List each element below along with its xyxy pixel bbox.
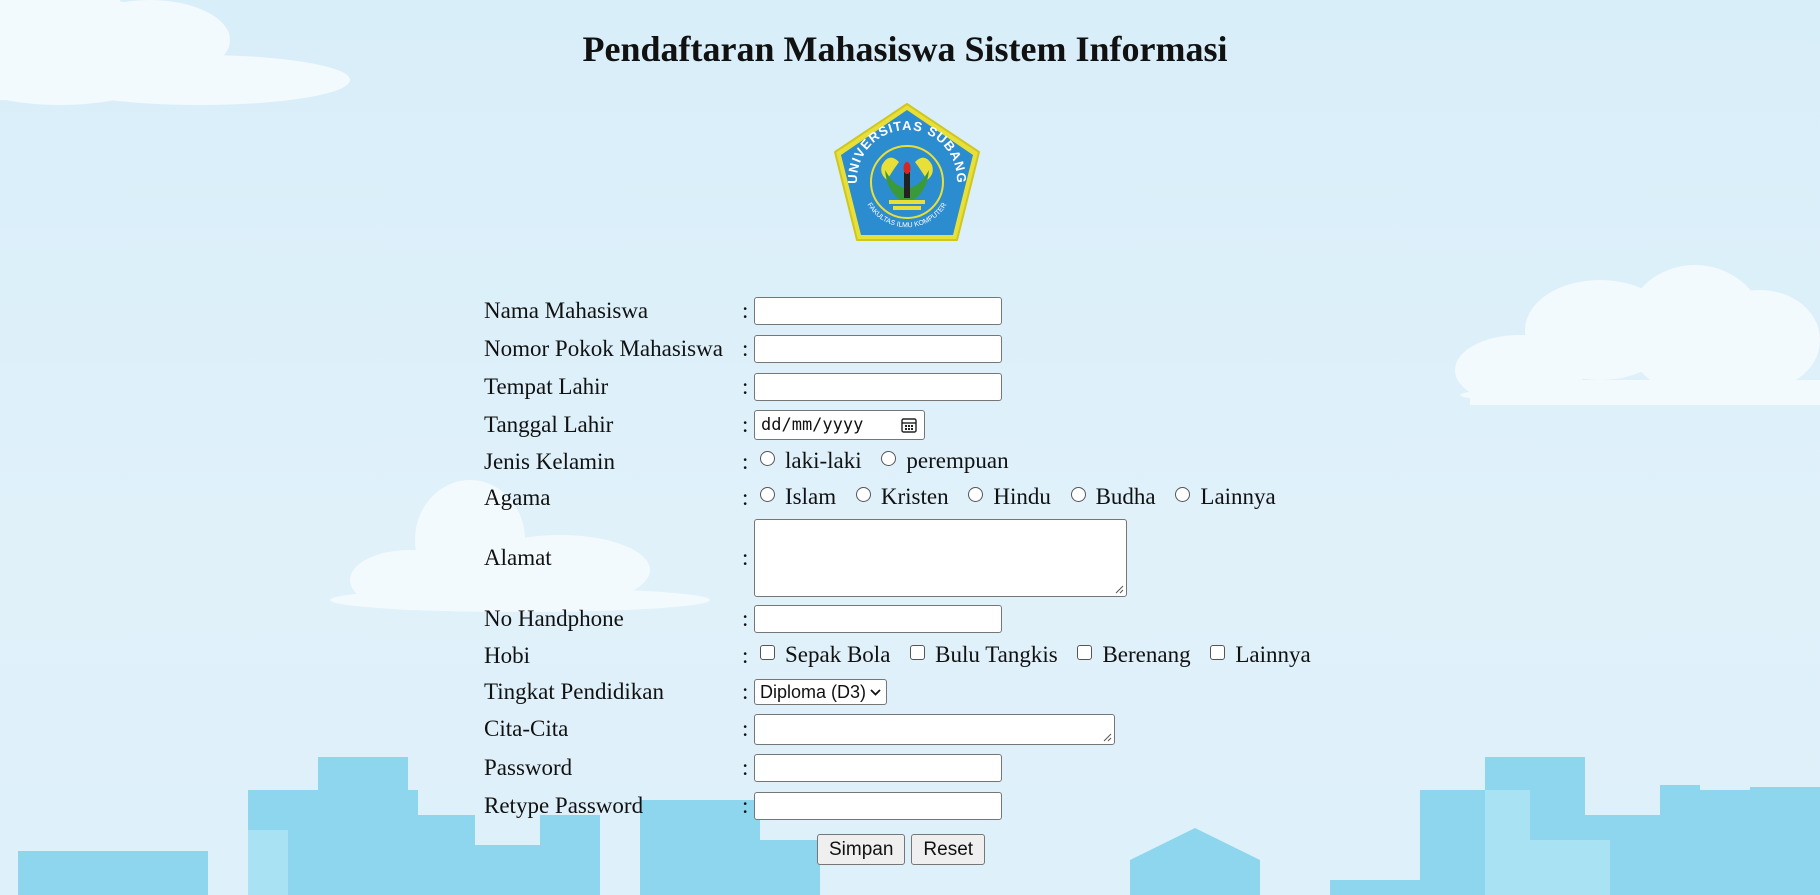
label-retype-password: Retype Password <box>484 792 644 818</box>
registration-form: Nama Mahasiswa : Nomor Pokok Mahasiswa :… <box>480 291 1321 825</box>
tanggal-lahir-date-input[interactable]: dd/mm/yyyy <box>754 409 925 440</box>
chevron-down-icon <box>870 689 881 697</box>
row-tempat-lahir: Tempat Lahir : <box>480 368 1321 405</box>
reset-button[interactable]: Reset <box>911 834 986 865</box>
radio-button[interactable] <box>1070 486 1086 502</box>
row-cita-cita: Cita-Cita : <box>480 710 1321 748</box>
date-placeholder: dd/mm/yyyy <box>761 414 864 435</box>
radio-option-lainnya[interactable]: Lainnya <box>1169 484 1276 510</box>
radio-label: Kristen <box>880 484 949 510</box>
resize-grip-icon[interactable] <box>1114 584 1124 594</box>
checkbox-label: Berenang <box>1102 642 1191 668</box>
label-tempat-lahir: Tempat Lahir <box>484 373 609 399</box>
tempat-lahir-input[interactable] <box>754 373 1002 402</box>
label-pendidikan: Tingkat Pendidikan <box>484 678 664 704</box>
checkbox-label: Sepak Bola <box>785 642 891 668</box>
colon: : <box>742 642 749 668</box>
resize-grip-icon[interactable] <box>1102 732 1112 742</box>
row-agama: Agama : Islam Kristen Hindu Budha Lainny… <box>480 480 1321 515</box>
alamat-textarea[interactable] <box>754 518 1127 597</box>
colon: : <box>742 792 749 818</box>
checkbox-label: Lainnya <box>1235 642 1311 668</box>
colon: : <box>742 335 749 361</box>
row-npm: Nomor Pokok Mahasiswa : <box>480 330 1321 367</box>
colon: : <box>742 373 749 399</box>
row-hobi: Hobi : Sepak Bola Bulu Tangkis Berenang … <box>480 638 1321 673</box>
label-nama: Nama Mahasiswa <box>484 297 649 323</box>
radio-option-hindu[interactable]: Hindu <box>962 484 1051 510</box>
row-tanggal-lahir: Tanggal Lahir : dd/mm/yyyy <box>480 406 1321 443</box>
checkbox[interactable] <box>760 644 775 660</box>
colon: : <box>742 716 749 741</box>
checkbox[interactable] <box>1210 644 1226 660</box>
colon: : <box>742 297 749 323</box>
row-password: Password : <box>480 749 1321 786</box>
row-pendidikan: Tingkat Pendidikan : Diploma (D3) <box>480 674 1321 709</box>
label-hobi: Hobi <box>484 642 530 668</box>
radio-label: Lainnya <box>1200 484 1276 510</box>
label-tanggal-lahir: Tanggal Lahir <box>484 411 614 437</box>
checkbox-option-berenang[interactable]: Berenang <box>1071 642 1191 668</box>
row-nama: Nama Mahasiswa : <box>480 292 1321 329</box>
password-input[interactable] <box>754 754 1002 783</box>
row-jenis-kelamin: Jenis Kelamin : laki-laki perempuan <box>480 444 1321 479</box>
nama-input[interactable] <box>754 297 1002 326</box>
radio-option-perempuan[interactable]: perempuan <box>875 448 1009 474</box>
colon: : <box>742 484 749 510</box>
radio-label: Hindu <box>993 484 1051 510</box>
label-no-handphone: No Handphone <box>484 605 624 631</box>
select-value: Diploma (D3) <box>760 681 867 702</box>
radio-label: Budha <box>1095 484 1156 510</box>
row-retype-password: Retype Password : <box>480 787 1321 824</box>
colon: : <box>742 754 749 780</box>
radio-button[interactable] <box>855 486 871 502</box>
label-password: Password <box>484 754 573 780</box>
radio-label: perempuan <box>906 448 1009 474</box>
no-handphone-input[interactable] <box>754 605 1002 634</box>
radio-option-budha[interactable]: Budha <box>1065 484 1156 510</box>
row-no-handphone: No Handphone : <box>480 600 1321 637</box>
radio-button[interactable] <box>760 486 775 502</box>
radio-option-islam[interactable]: Islam <box>754 484 836 510</box>
colon: : <box>742 448 749 474</box>
university-logo: UNIVERSITAS SUBANG FAKULTAS ILMU KOMPUTE… <box>834 103 980 241</box>
label-cita-cita: Cita-Cita <box>484 716 569 741</box>
label-alamat: Alamat <box>484 544 552 570</box>
cita-cita-textarea[interactable] <box>754 713 1115 745</box>
radio-button[interactable] <box>760 450 775 466</box>
radio-option-laki-laki[interactable]: laki-laki <box>754 448 862 474</box>
radio-label: laki-laki <box>785 448 862 474</box>
row-alamat: Alamat : <box>480 516 1321 599</box>
colon: : <box>742 411 749 437</box>
radio-option-kristen[interactable]: Kristen <box>850 484 949 510</box>
simpan-button[interactable]: Simpan <box>817 834 906 865</box>
colon: : <box>742 678 749 704</box>
checkbox-option-bulu-tangkis[interactable]: Bulu Tangkis <box>904 642 1058 668</box>
colon: : <box>742 544 749 570</box>
pendidikan-select[interactable]: Diploma (D3) <box>754 679 888 706</box>
page-title: Pendaftaran Mahasiswa Sistem Informasi <box>582 29 1228 69</box>
label-agama: Agama <box>484 484 551 510</box>
radio-button[interactable] <box>881 450 897 466</box>
checkbox-option-lainnya[interactable]: Lainnya <box>1204 642 1311 668</box>
checkbox[interactable] <box>1077 644 1093 660</box>
radio-button[interactable] <box>968 486 984 502</box>
label-jenis-kelamin: Jenis Kelamin <box>484 448 615 474</box>
radio-label: Islam <box>785 484 837 510</box>
retype-password-input[interactable] <box>754 792 1002 821</box>
checkbox-option-sepak-bola[interactable]: Sepak Bola <box>754 642 890 668</box>
colon: : <box>742 605 749 631</box>
npm-input[interactable] <box>754 335 1002 364</box>
checkbox-label: Bulu Tangkis <box>935 642 1058 668</box>
radio-button[interactable] <box>1175 486 1191 502</box>
form-buttons: Simpan Reset <box>817 834 986 865</box>
label-npm: Nomor Pokok Mahasiswa <box>484 335 723 361</box>
checkbox[interactable] <box>910 644 926 660</box>
calendar-icon[interactable] <box>900 416 918 434</box>
